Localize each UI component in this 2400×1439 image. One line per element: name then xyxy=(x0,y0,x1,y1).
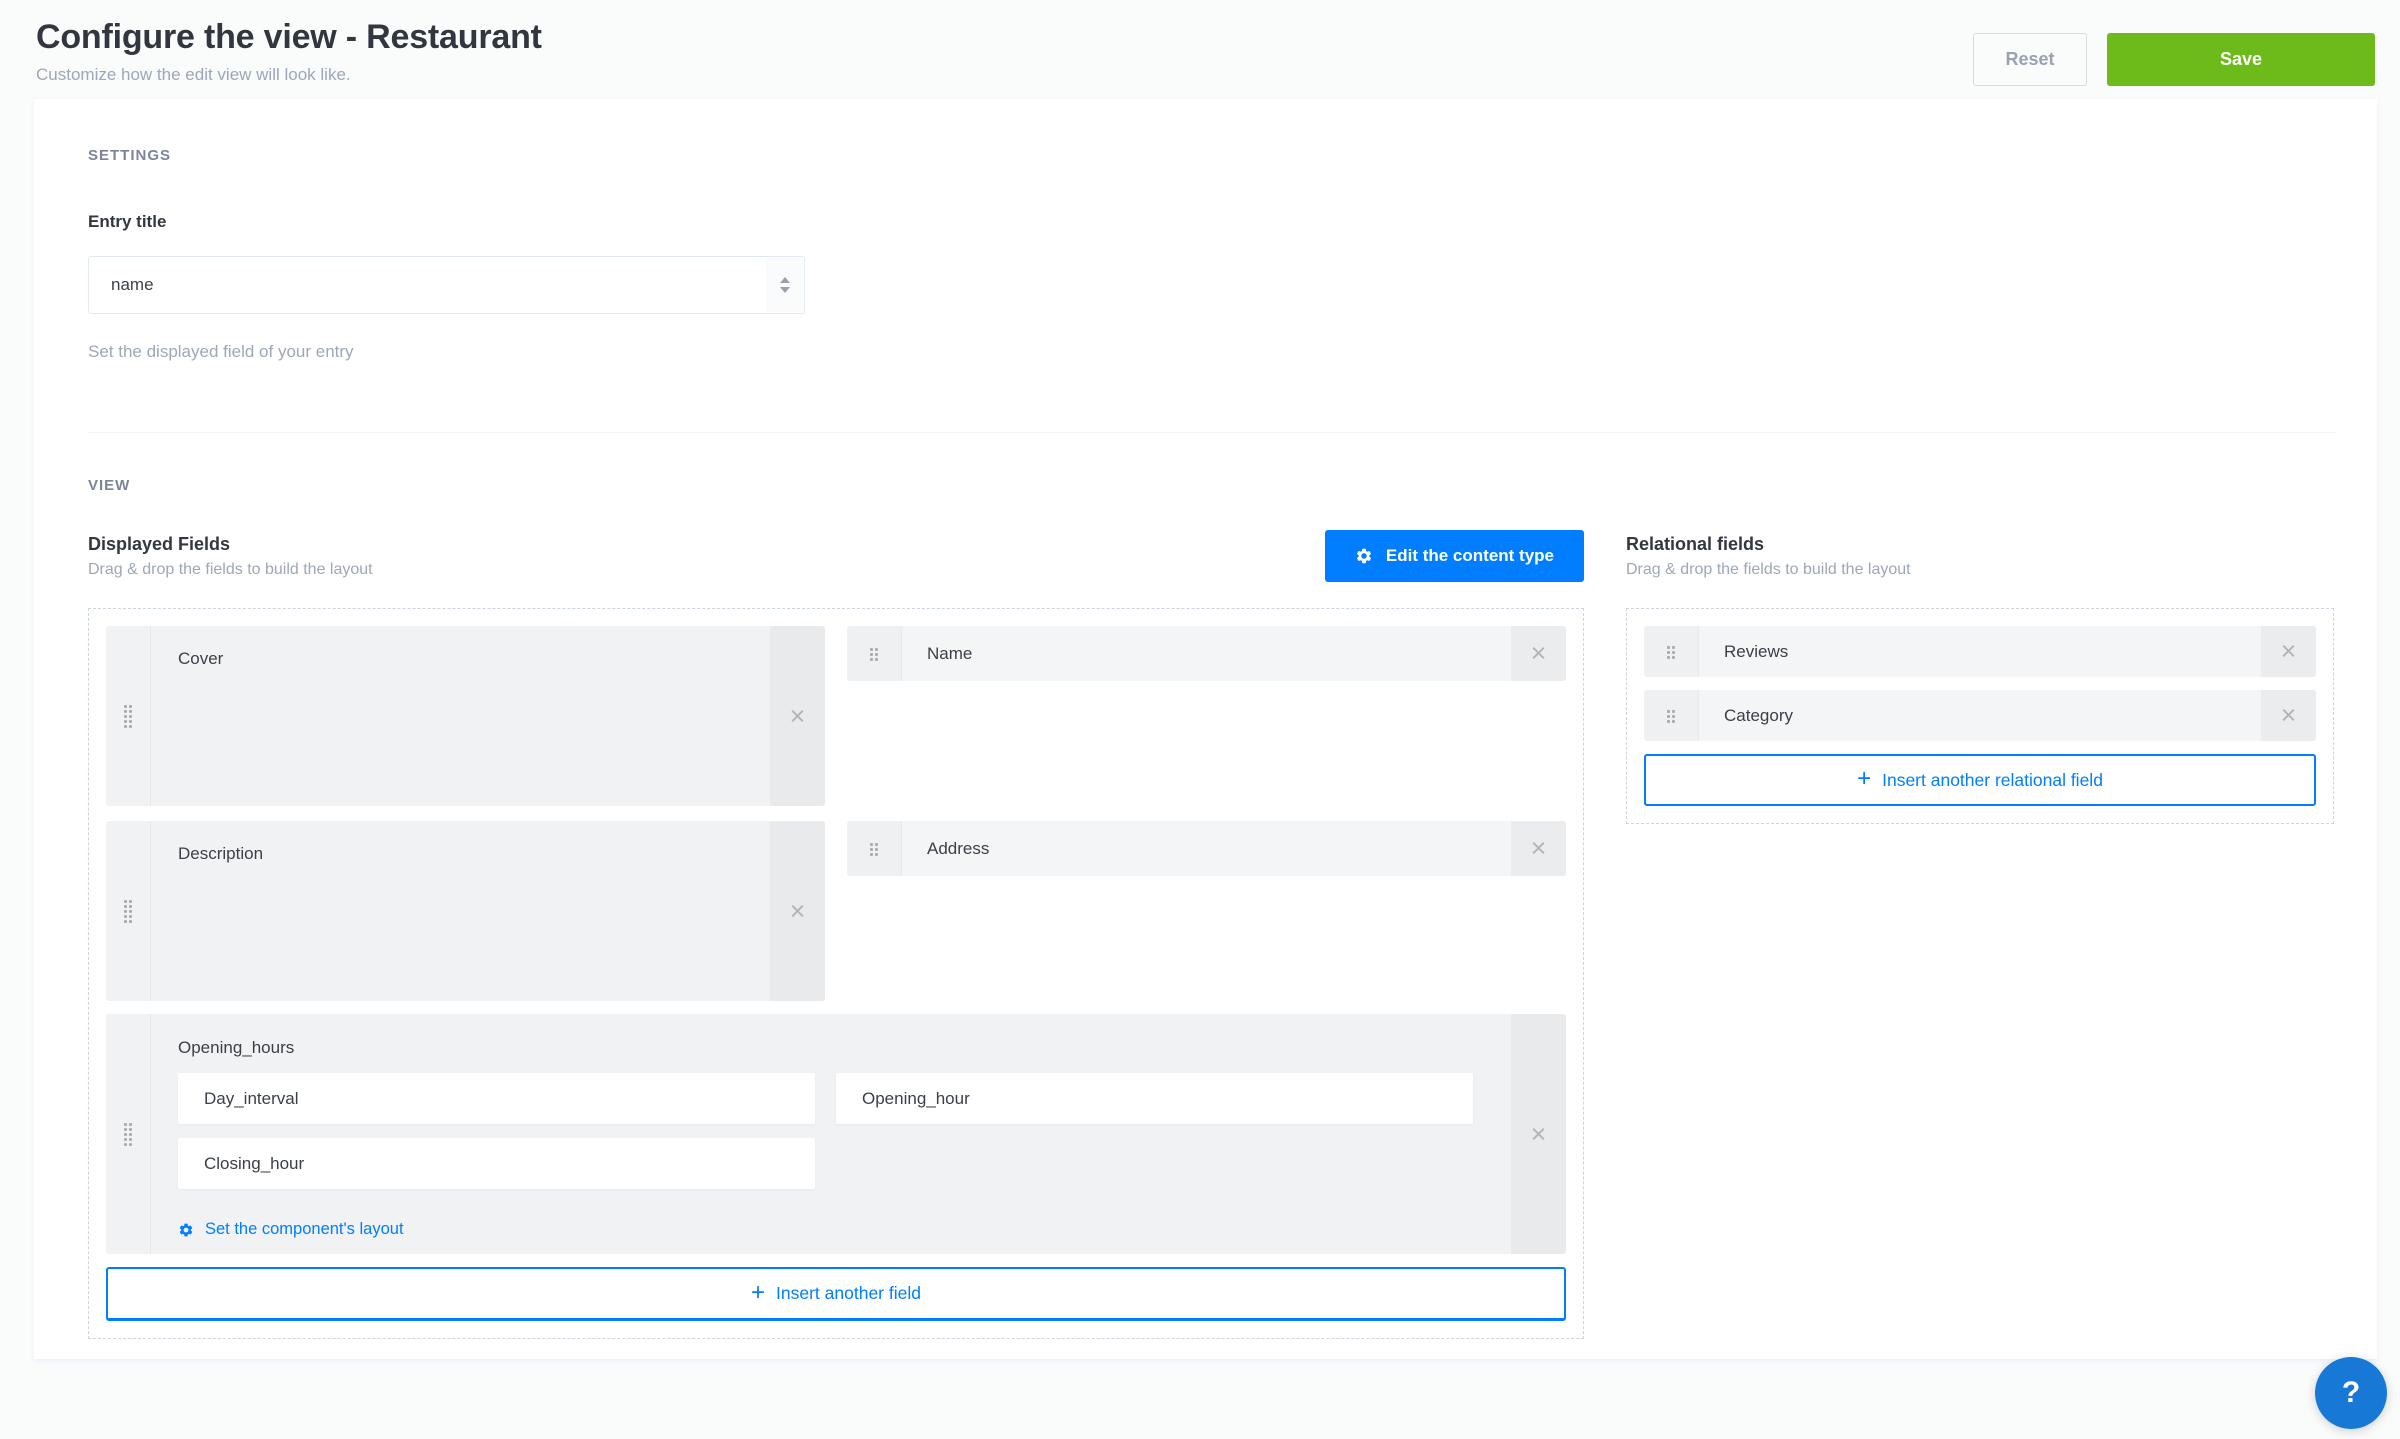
fields-row-2-col-1: Description × xyxy=(106,821,825,1001)
fields-row-1-col-2: Name × xyxy=(847,626,1566,681)
drag-handle-icon xyxy=(123,1122,133,1146)
close-icon: × xyxy=(790,896,806,927)
drag-handle-icon xyxy=(1666,645,1676,659)
close-icon: × xyxy=(1531,638,1547,669)
insert-another-relational-field-label: Insert another relational field xyxy=(1882,770,2103,791)
entry-title-select-value: name xyxy=(111,275,154,295)
field-label: Name xyxy=(902,626,1511,681)
fields-row-2-col-2: Address × xyxy=(847,821,1566,876)
config-card: Settings Entry title name Set the displa… xyxy=(34,99,2377,1359)
save-button[interactable]: Save xyxy=(2107,33,2375,86)
settings-section-label: Settings xyxy=(88,147,2337,164)
plus-icon: + xyxy=(751,1281,765,1305)
drag-handle[interactable] xyxy=(847,821,902,876)
remove-field-button[interactable]: × xyxy=(1511,626,1566,681)
field-name[interactable]: Name × xyxy=(847,626,1566,681)
field-opening-hours-component[interactable]: Opening_hours Day_interval Opening_hour … xyxy=(106,1014,1566,1254)
displayed-fields-dropzone: Cover × Name × xyxy=(88,608,1584,1339)
relational-field-category[interactable]: Category × xyxy=(1644,690,2316,741)
displayed-fields-column: Displayed Fields Drag & drop the fields … xyxy=(88,530,1584,1339)
subfield-closing-hour[interactable]: Closing_hour xyxy=(178,1138,815,1189)
reset-button[interactable]: Reset xyxy=(1973,33,2087,86)
section-divider xyxy=(88,432,2337,433)
relational-field-reviews[interactable]: Reviews × xyxy=(1644,626,2316,677)
field-label: Reviews xyxy=(1699,626,2261,677)
insert-another-field-label: Insert another field xyxy=(776,1283,921,1304)
relational-fields-title: Relational fields xyxy=(1626,534,1911,555)
component-label: Opening_hours xyxy=(178,1038,1511,1058)
drag-handle[interactable] xyxy=(847,626,902,681)
remove-field-button[interactable]: × xyxy=(1511,821,1566,876)
field-description[interactable]: Description × xyxy=(106,821,825,1001)
drag-handle[interactable] xyxy=(106,626,151,806)
component-subfields-row-2: Closing_hour xyxy=(178,1138,1511,1189)
relational-fields-heading-block: Relational fields Drag & drop the fields… xyxy=(1626,534,1911,579)
displayed-fields-title: Displayed Fields xyxy=(88,534,373,555)
remove-field-button[interactable]: × xyxy=(770,821,825,1001)
displayed-fields-heading-block: Displayed Fields Drag & drop the fields … xyxy=(88,534,373,579)
edit-content-type-button[interactable]: Edit the content type xyxy=(1325,530,1584,582)
field-label: Address xyxy=(902,821,1511,876)
field-address[interactable]: Address × xyxy=(847,821,1566,876)
drag-handle-icon xyxy=(869,647,879,661)
drag-handle[interactable] xyxy=(1644,690,1699,741)
relational-fields-subtitle: Drag & drop the fields to build the layo… xyxy=(1626,561,1911,579)
close-icon: × xyxy=(2281,636,2297,667)
drag-handle-icon xyxy=(123,704,133,728)
drag-handle[interactable] xyxy=(106,1014,151,1254)
close-icon: × xyxy=(1531,833,1547,864)
displayed-fields-subtitle: Drag & drop the fields to build the layo… xyxy=(88,561,373,579)
subfield-opening-hour[interactable]: Opening_hour xyxy=(836,1073,1473,1124)
header-actions: Reset Save xyxy=(1973,33,2375,86)
drag-handle-icon xyxy=(869,842,879,856)
edit-content-type-label: Edit the content type xyxy=(1386,546,1554,566)
view-columns: Displayed Fields Drag & drop the fields … xyxy=(88,530,2337,1339)
page-title: Configure the view - Restaurant xyxy=(36,18,542,57)
insert-another-field-button[interactable]: + Insert another field xyxy=(106,1267,1566,1321)
fields-row-2: Description × Address xyxy=(106,821,1566,1001)
question-mark-icon: ? xyxy=(2342,1376,2360,1409)
displayed-fields-header: Displayed Fields Drag & drop the fields … xyxy=(88,530,1584,582)
field-cover[interactable]: Cover × xyxy=(106,626,825,806)
gear-icon xyxy=(178,1222,194,1238)
component-subfields-row-1: Day_interval Opening_hour xyxy=(178,1073,1511,1124)
field-label: Description xyxy=(151,821,770,1001)
page-heading-block: Configure the view - Restaurant Customiz… xyxy=(36,18,542,85)
relational-fields-header: Relational fields Drag & drop the fields… xyxy=(1626,530,2334,582)
drag-handle[interactable] xyxy=(1644,626,1699,677)
component-body: Opening_hours Day_interval Opening_hour … xyxy=(151,1014,1511,1254)
fields-row-1: Cover × Name × xyxy=(106,626,1566,806)
entry-title-select[interactable]: name xyxy=(88,256,805,314)
page-header: Configure the view - Restaurant Customiz… xyxy=(0,0,2400,86)
fields-row-1-col-1: Cover × xyxy=(106,626,825,806)
page-subtitle: Customize how the edit view will look li… xyxy=(36,65,542,85)
relational-fields-dropzone: Reviews × Category × + Insert xyxy=(1626,608,2334,824)
entry-title-label: Entry title xyxy=(88,212,2337,232)
close-icon: × xyxy=(790,701,806,732)
subfield-day-interval[interactable]: Day_interval xyxy=(178,1073,815,1124)
remove-field-button[interactable]: × xyxy=(2261,690,2316,741)
entry-title-help-text: Set the displayed field of your entry xyxy=(88,342,2337,362)
gear-icon xyxy=(1355,547,1373,565)
chevron-up-icon xyxy=(780,277,790,283)
select-spinner-icon xyxy=(766,258,803,312)
close-icon: × xyxy=(1531,1119,1547,1150)
drag-handle[interactable] xyxy=(106,821,151,1001)
relational-fields-column: Relational fields Drag & drop the fields… xyxy=(1626,530,2334,1339)
insert-another-relational-field-button[interactable]: + Insert another relational field xyxy=(1644,754,2316,806)
drag-handle-icon xyxy=(123,899,133,923)
field-label: Category xyxy=(1699,690,2261,741)
plus-icon: + xyxy=(1857,767,1871,791)
help-button[interactable]: ? xyxy=(2315,1357,2387,1429)
remove-field-button[interactable]: × xyxy=(770,626,825,806)
close-icon: × xyxy=(2281,700,2297,731)
drag-handle-icon xyxy=(1666,709,1676,723)
remove-field-button[interactable]: × xyxy=(1511,1014,1566,1254)
field-label: Cover xyxy=(151,626,770,806)
view-section-label: View xyxy=(88,477,2337,494)
chevron-down-icon xyxy=(780,287,790,293)
remove-field-button[interactable]: × xyxy=(2261,626,2316,677)
set-component-layout-label: Set the component's layout xyxy=(205,1220,404,1239)
set-component-layout-link[interactable]: Set the component's layout xyxy=(178,1220,404,1239)
